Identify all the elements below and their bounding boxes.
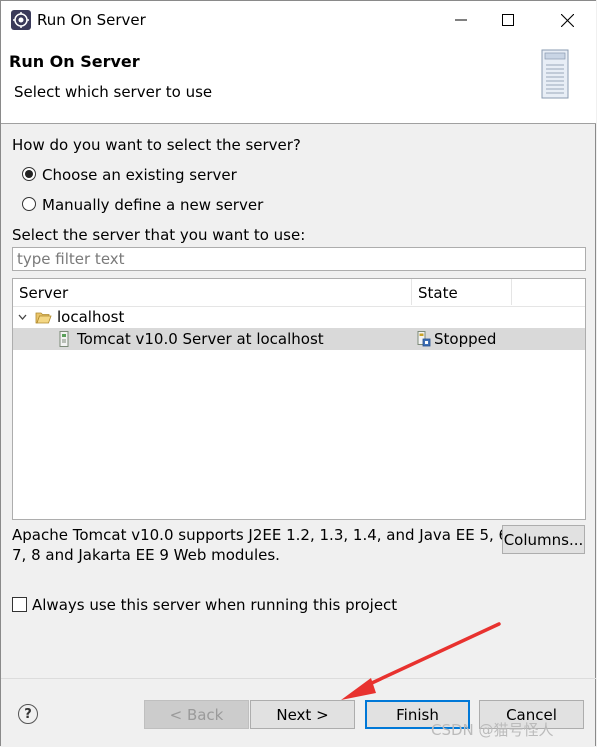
radio-new-server[interactable] — [22, 197, 36, 211]
selection-question: How do you want to select the server? — [12, 136, 301, 154]
server-icon — [59, 331, 69, 347]
close-icon — [560, 13, 574, 27]
server-state: Stopped — [434, 330, 497, 348]
server-description-line-2: 7, 8 and Jakarta EE 9 Web modules. — [12, 546, 280, 564]
close-button[interactable] — [544, 1, 590, 39]
server-list-label: Select the server that you want to use: — [12, 226, 306, 244]
stopped-state-icon — [417, 331, 431, 347]
column-header-server[interactable]: Server — [19, 284, 68, 302]
open-folder-icon — [35, 312, 52, 324]
maximize-button[interactable] — [485, 1, 531, 39]
chevron-down-icon[interactable] — [18, 314, 27, 321]
server-description-line-1: Apache Tomcat v10.0 supports J2EE 1.2, 1… — [12, 526, 513, 544]
radio-existing-server-label[interactable]: Choose an existing server — [42, 166, 237, 184]
banner-subtitle: Select which server to use — [14, 83, 213, 101]
window-title: Run On Server — [37, 11, 146, 29]
column-header-state[interactable]: State — [418, 284, 458, 302]
filter-input[interactable] — [13, 248, 581, 270]
table-header: Server State — [13, 279, 585, 307]
radio-new-server-label[interactable]: Manually define a new server — [42, 196, 263, 214]
column-divider[interactable] — [511, 279, 512, 305]
always-use-label[interactable]: Always use this server when running this… — [32, 596, 397, 614]
radio-existing-server[interactable] — [22, 167, 36, 181]
server-table[interactable]: Server State localhost Tomcat v10.0 Serv… — [12, 278, 586, 520]
minimize-icon — [455, 19, 467, 21]
always-use-checkbox[interactable] — [12, 597, 27, 612]
annotation-arrow — [341, 622, 501, 700]
column-divider[interactable] — [411, 279, 412, 305]
run-on-server-dialog: Run On Server Run On Server Select which… — [0, 0, 596, 746]
minimize-button[interactable] — [438, 1, 484, 39]
banner-title: Run On Server — [9, 52, 140, 71]
columns-button[interactable]: Columns... — [502, 525, 585, 554]
title-bar[interactable]: Run On Server — [1, 1, 596, 39]
eclipse-app-icon — [11, 10, 31, 30]
server-name: Tomcat v10.0 Server at localhost — [77, 330, 324, 348]
watermark-text: CSDN @猫号怪人 — [431, 721, 554, 739]
table-row-tomcat-server[interactable]: Tomcat v10.0 Server at localhost Stopped — [13, 328, 585, 350]
help-icon[interactable]: ? — [18, 704, 38, 724]
server-tower-icon — [541, 49, 569, 99]
tree-group-localhost[interactable]: localhost — [13, 306, 585, 328]
maximize-icon — [502, 14, 514, 26]
tree-group-label: localhost — [57, 308, 125, 326]
back-button[interactable]: < Back — [144, 700, 249, 729]
wizard-banner: Run On Server Select which server to use — [1, 39, 596, 124]
filter-field[interactable] — [12, 247, 586, 271]
